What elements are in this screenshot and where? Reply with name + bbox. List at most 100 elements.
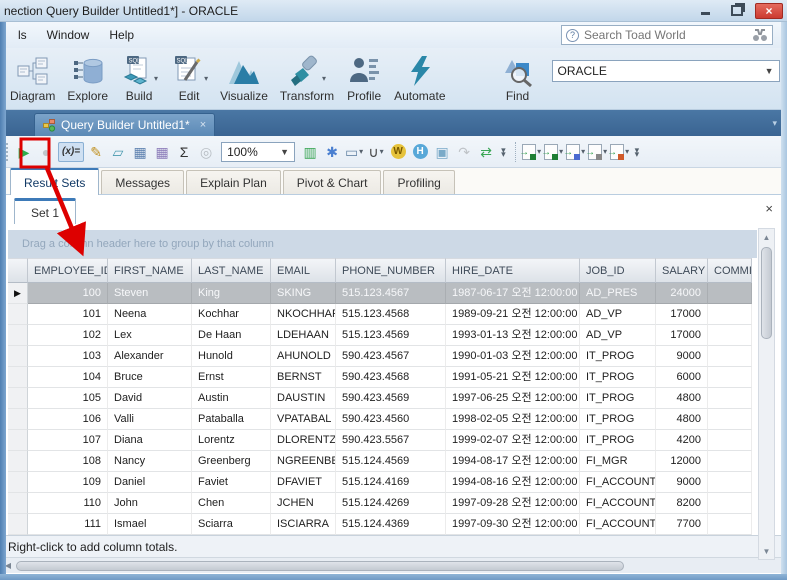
column-header-job_id[interactable]: JOB_ID	[580, 258, 656, 283]
cell-hire_date[interactable]: 1998-02-05 오전 12:00:00	[446, 409, 580, 430]
menu-item-window[interactable]: Window	[37, 25, 100, 45]
cell-commissi[interactable]	[708, 409, 752, 430]
select-columns-button[interactable]: ▭▾	[344, 142, 364, 162]
cell-commissi[interactable]	[708, 367, 752, 388]
cell-last_name[interactable]: Pataballa	[192, 409, 271, 430]
overflow-icon-1[interactable]: ▾▾	[501, 148, 506, 156]
export-chart-button[interactable]: →▾	[610, 142, 630, 162]
cell-salary[interactable]: 6000	[656, 367, 708, 388]
cell-commissi[interactable]	[708, 346, 752, 367]
cell-phone_number[interactable]: 515.124.4169	[336, 472, 446, 493]
cell-hire_date[interactable]: 1997-09-30 오전 12:00:00	[446, 514, 580, 535]
column-header-last_name[interactable]: LAST_NAME	[192, 258, 271, 283]
horizontal-scroll-thumb[interactable]	[16, 561, 624, 571]
export-excel-file-button[interactable]: →▾	[544, 142, 564, 162]
visualize-button[interactable]: Visualize	[214, 52, 274, 104]
edit-button[interactable]: SQL▾Edit	[164, 52, 214, 104]
tab-list-chevron-icon[interactable]: ▾	[772, 118, 777, 129]
cell-first_name[interactable]: Ismael	[108, 514, 192, 535]
cell-email[interactable]: LDEHAAN	[271, 325, 336, 346]
cell-email[interactable]: DAUSTIN	[271, 388, 336, 409]
cell-last_name[interactable]: Greenberg	[192, 451, 271, 472]
cell-employee_id[interactable]: 102	[28, 325, 108, 346]
cell-job_id[interactable]: FI_ACCOUNT	[580, 472, 656, 493]
cell-email[interactable]: JCHEN	[271, 493, 336, 514]
cell-phone_number[interactable]: 515.124.4569	[336, 451, 446, 472]
automate-button[interactable]: Automate	[388, 52, 451, 104]
cell-first_name[interactable]: Diana	[108, 430, 192, 451]
export-dataset-button[interactable]: →▾	[566, 142, 586, 162]
cell-hire_date[interactable]: 1997-09-28 오전 12:00:00	[446, 493, 580, 514]
table-row[interactable]: 106ValliPataballaVPATABAL590.423.4560199…	[8, 409, 787, 430]
edit-sql-button[interactable]: ✎	[86, 142, 106, 162]
column-header-phone_number[interactable]: PHONE_NUMBER	[336, 258, 446, 283]
cell-salary[interactable]: 9000	[656, 472, 708, 493]
cell-phone_number[interactable]: 590.423.5567	[336, 430, 446, 451]
cell-hire_date[interactable]: 1999-02-07 오전 12:00:00	[446, 430, 580, 451]
cell-job_id[interactable]: IT_PROG	[580, 430, 656, 451]
cell-email[interactable]: BERNST	[271, 367, 336, 388]
tab-result-sets[interactable]: Result Sets	[10, 168, 99, 195]
restore-button[interactable]	[723, 3, 751, 19]
cell-first_name[interactable]: David	[108, 388, 192, 409]
group-by-bar[interactable]: Drag a column header here to group by th…	[8, 230, 757, 258]
cell-first_name[interactable]: Nancy	[108, 451, 192, 472]
cell-first_name[interactable]: John	[108, 493, 192, 514]
cell-phone_number[interactable]: 590.423.4569	[336, 388, 446, 409]
cell-job_id[interactable]: FI_ACCOUNT	[580, 514, 656, 535]
cell-salary[interactable]: 12000	[656, 451, 708, 472]
vertical-scrollbar[interactable]: ▲ ▼	[758, 228, 775, 560]
horizontal-scrollbar[interactable]: ◀	[0, 557, 787, 573]
menu-item-ls[interactable]: ls	[8, 25, 37, 45]
cell-employee_id[interactable]: 104	[28, 367, 108, 388]
table-row[interactable]: 104BruceErnstBERNST590.423.45681991-05-2…	[8, 367, 787, 388]
cell-phone_number[interactable]: 590.423.4560	[336, 409, 446, 430]
cell-salary[interactable]: 9000	[656, 346, 708, 367]
cell-phone_number[interactable]: 590.423.4568	[336, 367, 446, 388]
cell-salary[interactable]: 4200	[656, 430, 708, 451]
cell-employee_id[interactable]: 107	[28, 430, 108, 451]
column-header-email[interactable]: EMAIL	[271, 258, 336, 283]
cell-job_id[interactable]: IT_PROG	[580, 388, 656, 409]
union-button[interactable]: ∪▾	[366, 142, 386, 162]
cell-job_id[interactable]: FI_MGR	[580, 451, 656, 472]
cell-job_id[interactable]: IT_PROG	[580, 409, 656, 430]
table-row[interactable]: 101NeenaKochharNKOCHHAR515.123.45681989-…	[8, 304, 787, 325]
overflow-icon-2[interactable]: ▾▾	[635, 148, 640, 156]
cell-job_id[interactable]: FI_ACCOUNT	[580, 493, 656, 514]
cell-employee_id[interactable]: 105	[28, 388, 108, 409]
cell-salary[interactable]: 4800	[656, 409, 708, 430]
cell-hire_date[interactable]: 1994-08-17 오전 12:00:00	[446, 451, 580, 472]
build-button[interactable]: SQL▾Build	[114, 52, 164, 104]
cell-employee_id[interactable]: 111	[28, 514, 108, 535]
cell-last_name[interactable]: Ernst	[192, 367, 271, 388]
table-row[interactable]: ▶100StevenKingSKING515.123.45671987-06-1…	[8, 283, 787, 304]
cell-job_id[interactable]: IT_PROG	[580, 367, 656, 388]
cell-first_name[interactable]: Valli	[108, 409, 192, 430]
cell-email[interactable]: DFAVIET	[271, 472, 336, 493]
cell-last_name[interactable]: Lorentz	[192, 430, 271, 451]
cell-hire_date[interactable]: 1993-01-13 오전 12:00:00	[446, 325, 580, 346]
cell-employee_id[interactable]: 110	[28, 493, 108, 514]
cell-employee_id[interactable]: 109	[28, 472, 108, 493]
cell-employee_id[interactable]: 101	[28, 304, 108, 325]
chevron-down-icon[interactable]: ▾	[204, 74, 208, 83]
cell-first_name[interactable]: Bruce	[108, 367, 192, 388]
cell-commissi[interactable]	[708, 388, 752, 409]
set-close-icon[interactable]: ×	[765, 201, 773, 216]
menu-item-help[interactable]: Help	[99, 25, 144, 45]
diagram-button[interactable]: Diagram	[4, 52, 61, 104]
close-button[interactable]: ×	[755, 3, 783, 19]
table-row[interactable]: 110JohnChenJCHEN515.124.42691997-09-28 오…	[8, 493, 787, 514]
cell-commissi[interactable]	[708, 430, 752, 451]
transform-button[interactable]: ▾Transform	[274, 52, 340, 104]
cell-last_name[interactable]: King	[192, 283, 271, 304]
find-button[interactable]: Find	[494, 52, 542, 104]
sum-button[interactable]: Σ	[174, 142, 194, 162]
cell-email[interactable]: NGREENBE	[271, 451, 336, 472]
table-row[interactable]: 107DianaLorentzDLORENTZ590.423.55671999-…	[8, 430, 787, 451]
profile-button[interactable]: Profile	[340, 52, 388, 104]
tab-explain-plan[interactable]: Explain Plan	[186, 170, 281, 194]
cell-last_name[interactable]: Kochhar	[192, 304, 271, 325]
preview-sql-button[interactable]: ◎	[196, 142, 216, 162]
